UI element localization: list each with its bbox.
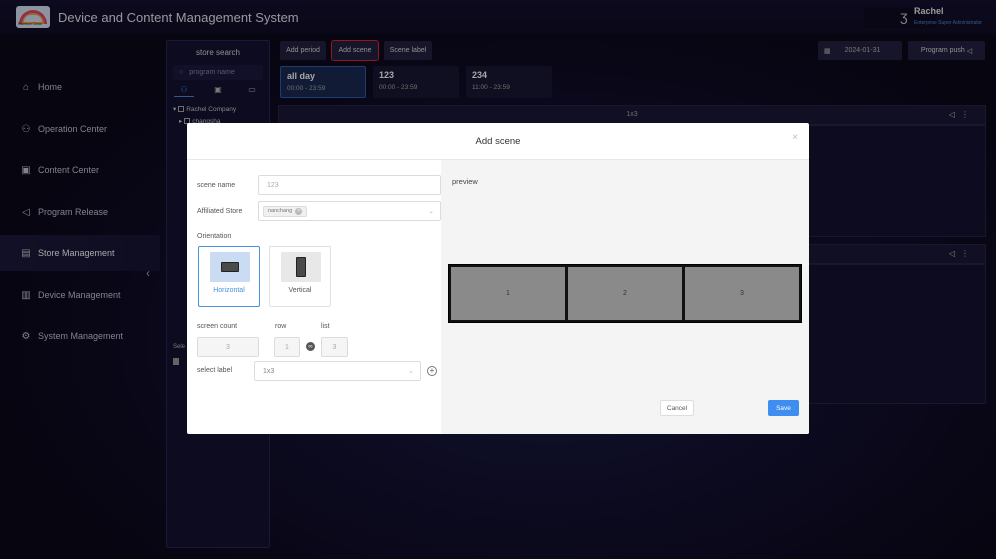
row-value: 1: [285, 343, 289, 351]
list-label: list: [321, 323, 330, 330]
cancel-button[interactable]: Cancel: [660, 400, 694, 416]
screen-count-input[interactable]: 3: [197, 337, 259, 357]
select-label-value: 1x3: [263, 367, 275, 375]
modal-title: Add scene: [475, 136, 521, 147]
horizontal-label: Horizontal: [213, 287, 245, 294]
remove-tag-icon[interactable]: ×: [295, 207, 303, 215]
chevron-down-icon: ⌄: [428, 208, 434, 215]
preview-screen: 2: [568, 267, 682, 320]
chevron-down-icon: ⌄: [408, 368, 414, 375]
store-tag: nanchang ×: [263, 205, 308, 217]
screen-count-value: 3: [226, 343, 230, 351]
affiliated-store-select[interactable]: nanchang × ⌄: [258, 201, 441, 221]
screen-count-label: screen count: [197, 323, 238, 330]
affiliated-store-label: Affiliated Store: [197, 208, 243, 215]
preview-pane: preview 1 2 3: [441, 160, 809, 434]
row-label: row: [275, 323, 287, 330]
select-label-dropdown[interactable]: 1x3 ⌄: [254, 361, 421, 381]
save-button[interactable]: Save: [768, 400, 799, 416]
link-icon[interactable]: ∞: [306, 342, 315, 351]
vertical-preview-icon: [281, 252, 321, 282]
close-icon[interactable]: ×: [792, 132, 798, 143]
scene-name-label: scene name: [197, 182, 236, 189]
modal-header: Add scene ×: [187, 123, 809, 160]
add-scene-modal: Add scene × preview 1 2 3 scene name 123…: [187, 123, 809, 434]
store-tag-label: nanchang: [268, 208, 293, 214]
list-value: 3: [332, 343, 337, 351]
preview-screen: 1: [451, 267, 565, 320]
row-input[interactable]: 1: [274, 337, 300, 357]
preview-screens: 1 2 3: [448, 264, 802, 323]
preview-screen: 3: [685, 267, 799, 320]
orientation-horizontal[interactable]: Horizontal: [198, 246, 260, 307]
screen-shape: [221, 262, 239, 272]
list-input[interactable]: 3: [321, 337, 348, 357]
scene-name-input[interactable]: 123: [258, 175, 441, 195]
preview-title: preview: [452, 177, 478, 186]
scene-name-placeholder: 123: [267, 181, 279, 189]
screen-shape: [296, 257, 306, 277]
orientation-label: Orientation: [197, 233, 232, 240]
add-label-icon[interactable]: +: [427, 366, 437, 376]
orientation-vertical[interactable]: Vertical: [269, 246, 331, 307]
horizontal-preview-icon: [210, 252, 250, 282]
select-label-label: select label: [197, 367, 233, 374]
vertical-label: Vertical: [288, 287, 312, 294]
